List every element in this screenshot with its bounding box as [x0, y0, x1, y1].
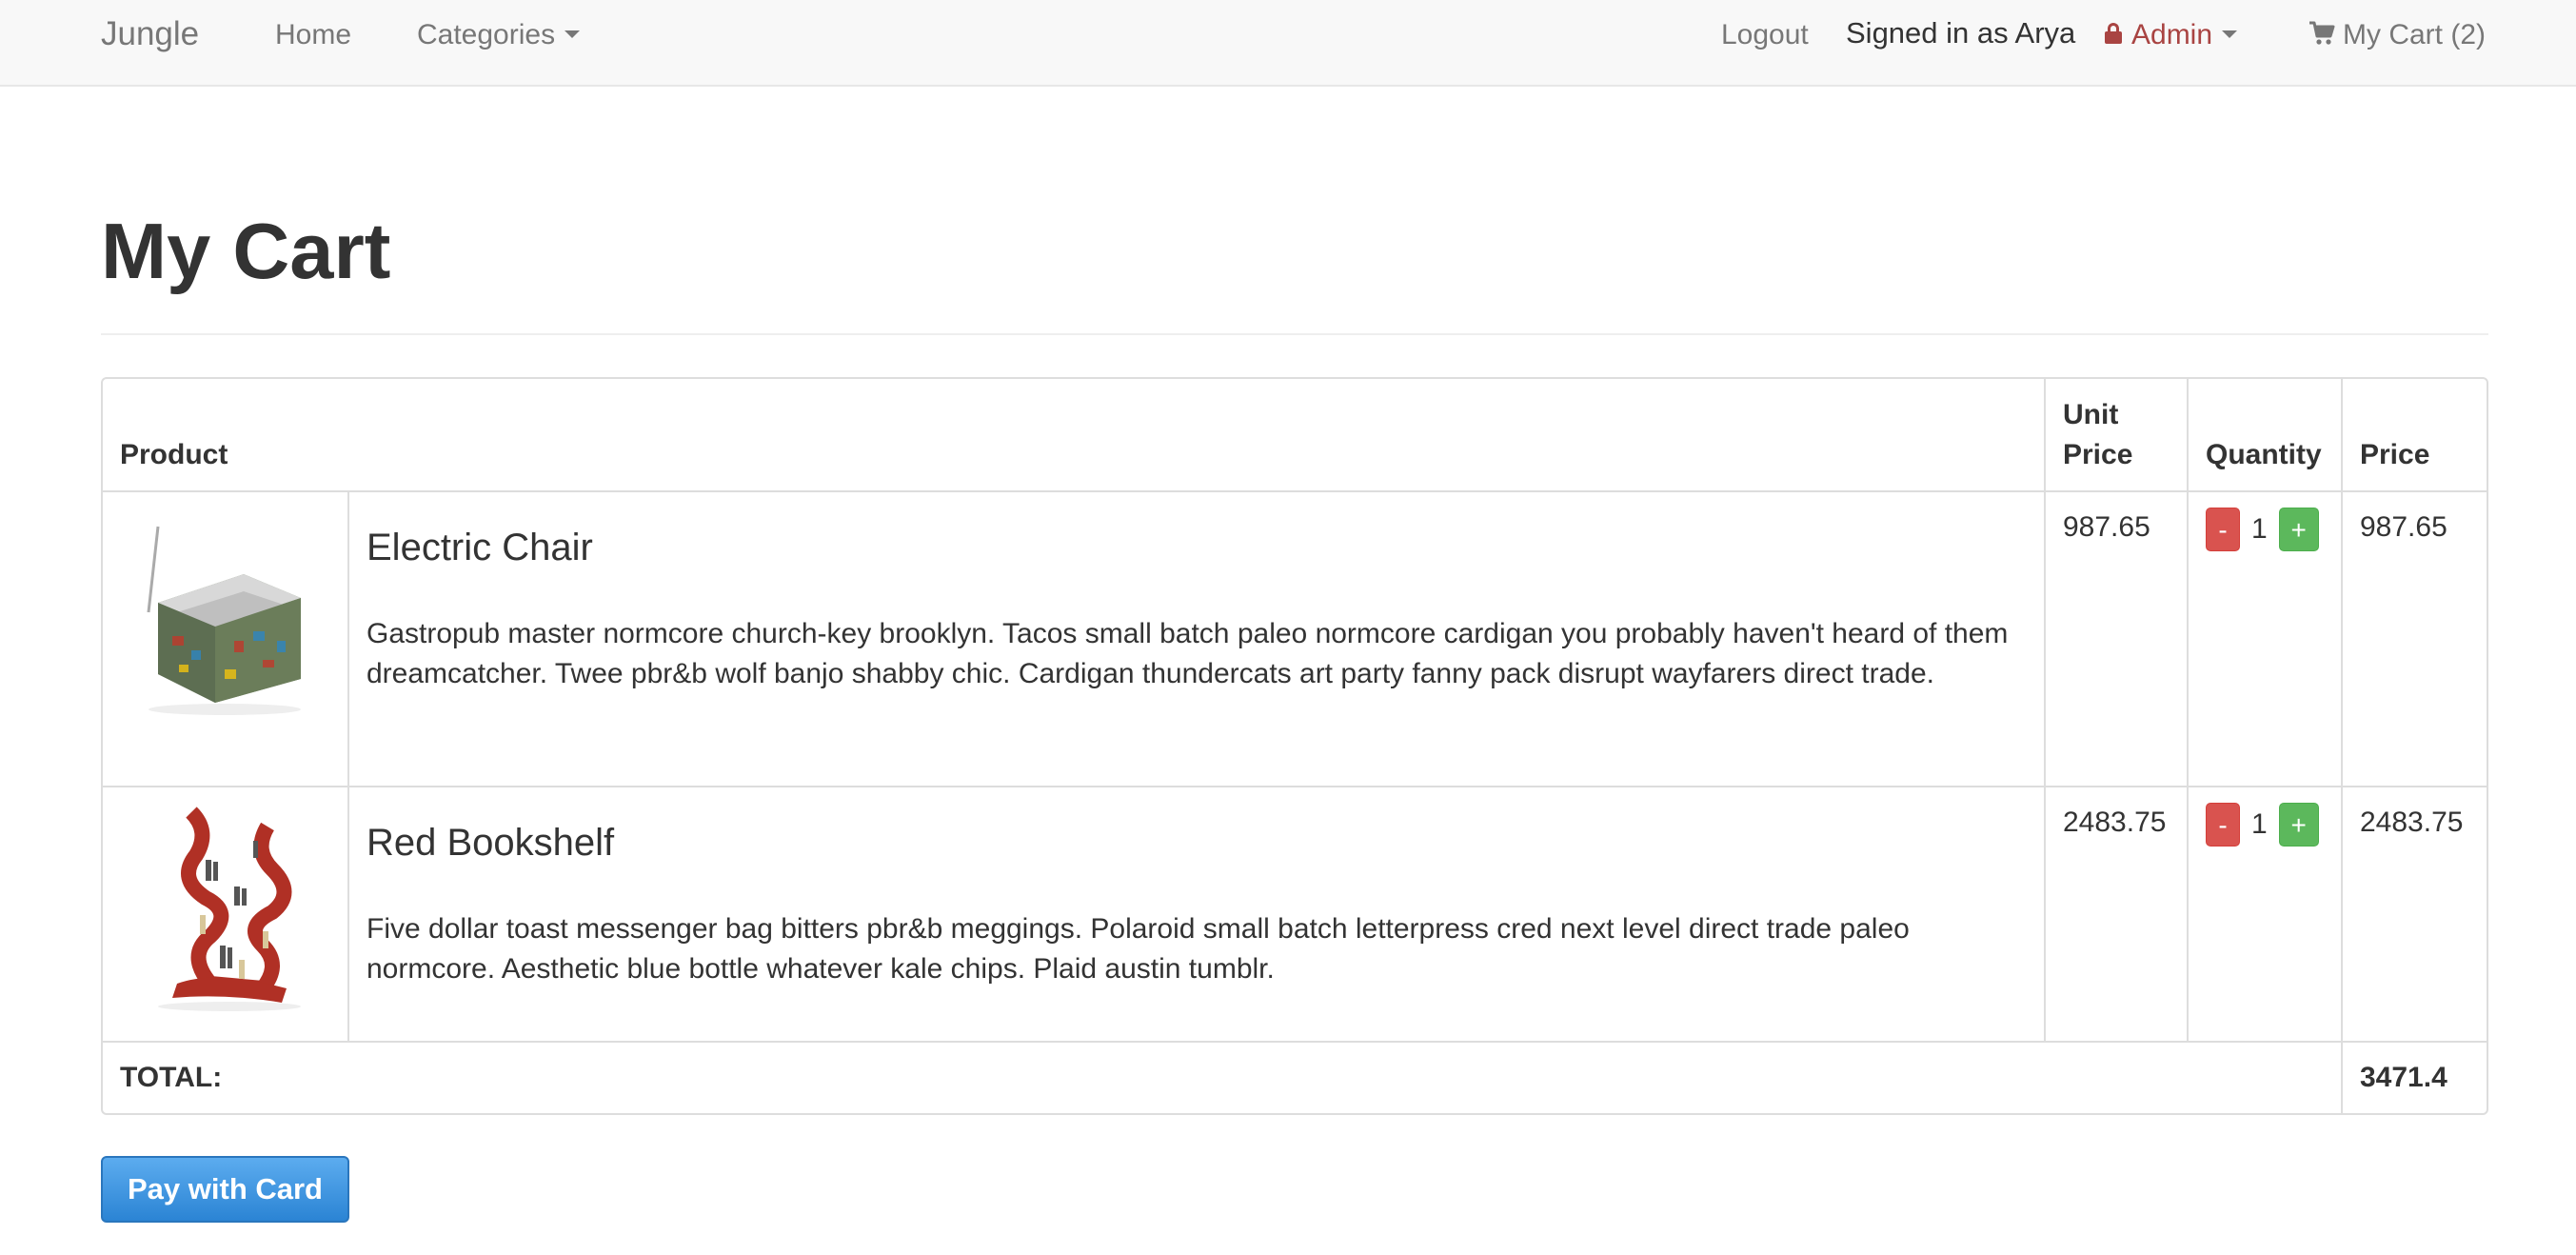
product-image-cell — [103, 490, 349, 787]
line-price-cell: 987.65 — [2341, 490, 2487, 787]
nav-categories-label: Categories — [417, 19, 556, 50]
quantity-value: 1 — [2251, 513, 2268, 545]
product-name[interactable]: Red Bookshelf — [367, 822, 2027, 864]
total-row: TOTAL: 3471.4 — [103, 1041, 2487, 1113]
quantity-value: 1 — [2251, 808, 2268, 840]
chevron-down-icon — [565, 30, 581, 39]
product-description: Gastropub master normcore church-key bro… — [367, 618, 2009, 689]
header-product: Product — [103, 379, 2046, 492]
product-details-cell: Red Bookshelf Five dollar toast messenge… — [347, 786, 2046, 1043]
header-unit-price: Unit Price — [2044, 379, 2189, 492]
increase-quantity-button[interactable]: + — [2278, 803, 2319, 847]
title-divider — [101, 333, 2488, 335]
product-details-cell: Electric Chair Gastropub master normcore… — [347, 490, 2046, 787]
table-row: Electric Chair Gastropub master normcore… — [103, 490, 2487, 787]
cart-table: Product Unit Price Quantity Price Electr… — [101, 377, 2488, 1115]
header-quantity: Quantity — [2187, 379, 2343, 492]
unit-price-cell: 2483.75 — [2044, 786, 2189, 1043]
total-label: TOTAL: — [103, 1041, 2343, 1113]
red-bookshelf-image[interactable] — [120, 803, 329, 1014]
chevron-down-icon — [2222, 30, 2238, 39]
electric-chair-image[interactable] — [120, 508, 329, 719]
nav-home-link[interactable]: Home — [275, 18, 351, 52]
line-price-cell: 2483.75 — [2341, 786, 2487, 1043]
product-name[interactable]: Electric Chair — [367, 527, 2027, 568]
nav-admin-label: Admin — [2131, 19, 2213, 50]
table-row: Red Bookshelf Five dollar toast messenge… — [103, 786, 2487, 1043]
increase-quantity-button[interactable]: + — [2278, 508, 2319, 551]
quantity-stepper: - 1 + — [2206, 803, 2324, 847]
nav-my-cart-link[interactable]: My Cart (2) — [2308, 18, 2486, 52]
shopping-cart-icon — [2309, 21, 2335, 45]
header-price: Price — [2341, 379, 2487, 492]
lock-icon — [2105, 23, 2122, 45]
unit-price-cell: 987.65 — [2044, 490, 2189, 787]
nav-admin-dropdown[interactable]: Admin — [2105, 18, 2238, 52]
pay-with-card-button[interactable]: Pay with Card — [101, 1156, 349, 1223]
product-image-cell — [103, 786, 349, 1043]
quantity-cell: - 1 + — [2187, 490, 2343, 787]
brand-link[interactable]: Jungle — [101, 15, 199, 53]
product-description: Five dollar toast messenger bag bitters … — [367, 913, 1910, 985]
signed-in-status: Signed in as Arya — [1846, 16, 2076, 50]
quantity-stepper: - 1 + — [2206, 508, 2324, 551]
page-title: My Cart — [101, 207, 391, 295]
nav-categories-dropdown[interactable]: Categories — [417, 18, 581, 52]
nav-logout-link[interactable]: Logout — [1721, 18, 1809, 52]
nav-my-cart-label: My Cart (2) — [2343, 19, 2486, 50]
decrease-quantity-button[interactable]: - — [2206, 803, 2240, 847]
table-header-row: Product Unit Price Quantity Price — [103, 379, 2487, 492]
total-value: 3471.4 — [2341, 1041, 2487, 1113]
decrease-quantity-button[interactable]: - — [2206, 508, 2240, 551]
top-navbar: Jungle Home Categories Logout Signed in … — [0, 0, 2576, 87]
quantity-cell: - 1 + — [2187, 786, 2343, 1043]
